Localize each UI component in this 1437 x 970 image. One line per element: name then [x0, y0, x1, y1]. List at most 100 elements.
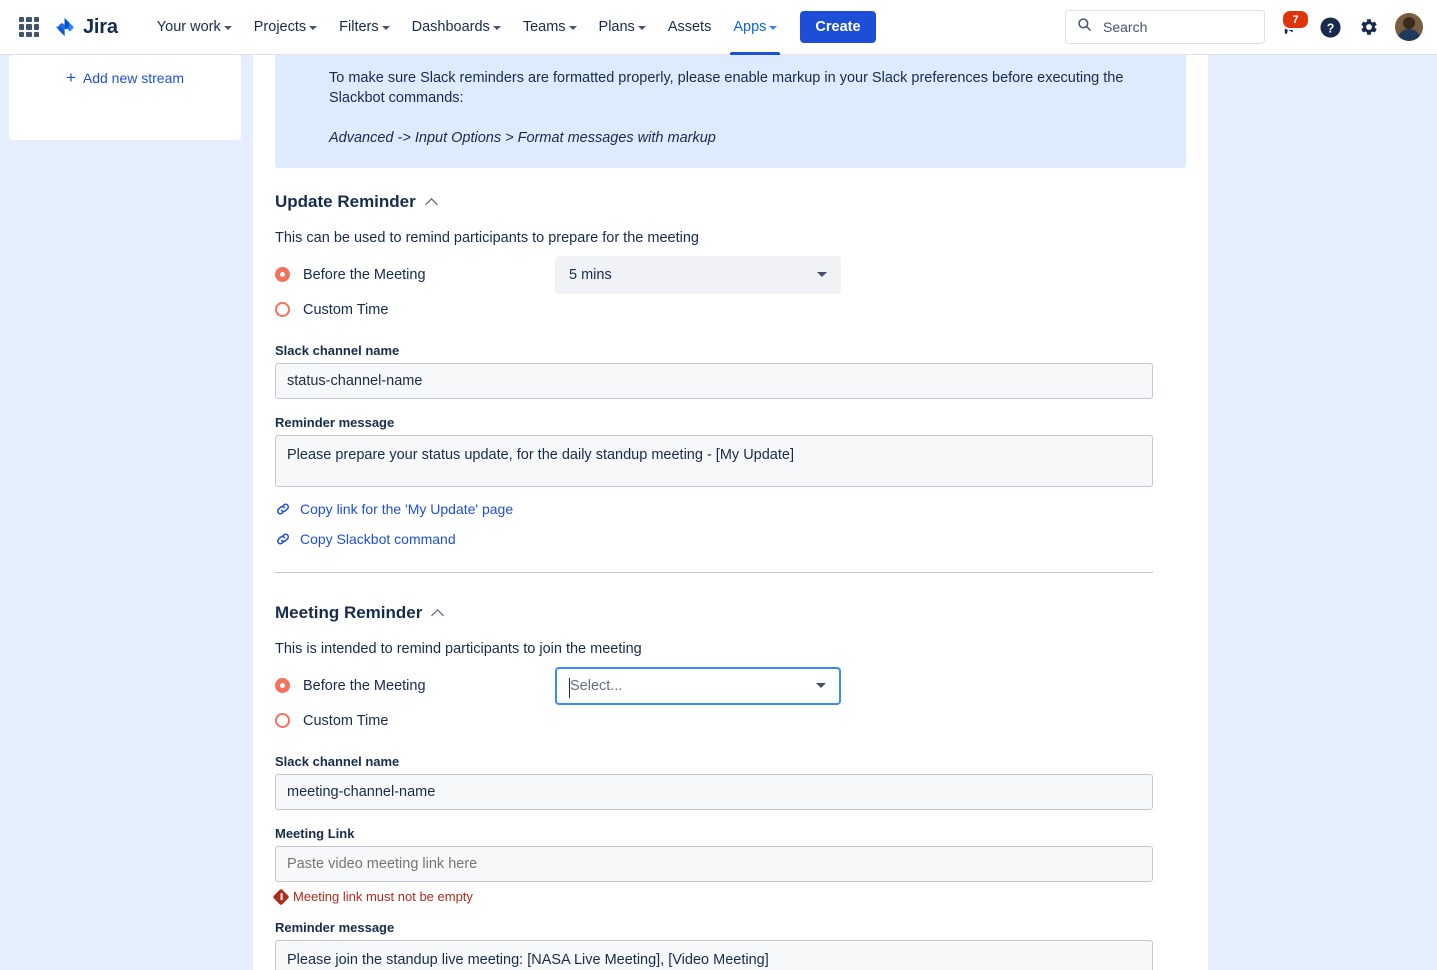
plus-icon: + — [65, 68, 76, 87]
jira-logo-icon — [54, 16, 76, 38]
main-content: To make sure Slack reminders are formatt… — [253, 55, 1208, 970]
update-custom-time-row: Custom Time — [275, 292, 1186, 327]
top-navigation-bar: Jira Your work Projects Filters Dashboar… — [0, 0, 1437, 55]
update-channel-label: Slack channel name — [275, 343, 400, 358]
radio-unselected-icon[interactable] — [275, 302, 290, 317]
nav-label: Plans — [598, 19, 635, 35]
slack-markup-info-banner: To make sure Slack reminders are formatt… — [275, 55, 1186, 168]
copy-slackbot-command-label: Copy Slackbot command — [300, 531, 456, 547]
user-avatar[interactable] — [1395, 13, 1423, 41]
meeting-link-input[interactable] — [275, 846, 1153, 882]
notification-badge: 7 — [1281, 9, 1310, 30]
meeting-timing-dropdown[interactable]: Select... — [555, 666, 841, 705]
update-slack-channel-input[interactable] — [275, 363, 1153, 399]
page-right-gutter — [1208, 55, 1437, 970]
nav-label: Teams — [522, 19, 566, 35]
update-before-meeting-row: Before the Meeting 5 mins — [275, 255, 1186, 294]
meeting-reminder-description: This is intended to remind participants … — [275, 641, 642, 657]
text-cursor — [569, 677, 570, 698]
chevron-down-icon — [637, 26, 646, 30]
update-timing-value: 5 mins — [569, 266, 612, 283]
apps-grid-icon[interactable] — [18, 16, 40, 38]
nav-item-filters[interactable]: Filters — [328, 0, 400, 55]
update-radio-custom-time[interactable]: Custom Time — [275, 302, 555, 318]
link-icon — [275, 501, 291, 517]
left-sidebar: + Add new stream — [0, 55, 253, 970]
update-reminder-title: Update Reminder — [275, 192, 416, 211]
nav-item-apps[interactable]: Apps — [722, 0, 788, 55]
radio-unselected-icon[interactable] — [275, 713, 290, 728]
nav-label: Your work — [156, 19, 221, 35]
nav-right-controls: 7 ? — [1065, 9, 1423, 44]
meeting-message-label: Reminder message — [275, 920, 395, 935]
update-timing-dropdown[interactable]: 5 mins — [555, 255, 841, 294]
meeting-before-meeting-row: Before the Meeting Select... — [275, 666, 1186, 705]
nav-label: Dashboards — [411, 19, 490, 35]
meeting-channel-label: Slack channel name — [275, 754, 400, 769]
copy-my-update-page-label: Copy link for the 'My Update' page — [300, 501, 514, 517]
help-button[interactable]: ? — [1317, 14, 1343, 40]
radio-selected-icon[interactable] — [275, 678, 290, 693]
meeting-link-error: Meeting link must not be empty — [272, 888, 1186, 905]
nav-item-teams[interactable]: Teams — [512, 0, 588, 55]
add-stream-card: + Add new stream — [9, 55, 241, 140]
update-reminder-description: This can be used to remind participants … — [275, 230, 699, 246]
chevron-down-icon — [381, 26, 390, 30]
search-icon — [1077, 17, 1092, 37]
meeting-timing-placeholder: Select... — [570, 677, 623, 694]
meeting-radio-before-label: Before the Meeting — [303, 677, 426, 694]
nav-label: Apps — [733, 19, 767, 35]
update-radio-before-label: Before the Meeting — [303, 266, 426, 283]
update-radio-before-meeting[interactable]: Before the Meeting — [275, 267, 555, 283]
add-new-stream-button[interactable]: + Add new stream — [66, 69, 184, 86]
banner-paragraph-2: Advanced -> Input Options > Format messa… — [329, 130, 716, 146]
copy-slackbot-command-link[interactable]: Copy Slackbot command — [275, 531, 456, 547]
chevron-down-icon — [223, 26, 232, 30]
nav-item-assets[interactable]: Assets — [657, 0, 723, 55]
chevron-down-icon — [309, 26, 318, 30]
chevron-down-icon — [817, 272, 827, 277]
banner-paragraph-1: To make sure Slack reminders are formatt… — [329, 70, 1124, 106]
update-reminder-message-textarea[interactable]: Please prepare your status update, for t… — [275, 435, 1153, 487]
chevron-down-icon — [568, 26, 577, 30]
update-reminder-section: Update Reminder This can be used to remi… — [275, 168, 1186, 573]
primary-nav-items: Your work Projects Filters Dashboards Te… — [146, 0, 789, 55]
meeting-link-label: Meeting Link — [275, 826, 355, 841]
chevron-down-icon — [816, 683, 826, 688]
update-reminder-header: Update Reminder — [275, 192, 1186, 212]
meeting-link-error-text: Meeting link must not be empty — [293, 889, 473, 904]
meeting-radio-before-meeting[interactable]: Before the Meeting — [275, 678, 555, 694]
meeting-radio-custom-label: Custom Time — [303, 712, 389, 729]
radio-selected-icon[interactable] — [275, 267, 290, 282]
notifications-button[interactable]: 7 — [1278, 9, 1310, 40]
update-message-label: Reminder message — [275, 415, 395, 430]
copy-my-update-page-link[interactable]: Copy link for the 'My Update' page — [275, 501, 513, 517]
chevron-up-icon[interactable] — [427, 197, 438, 208]
chevron-up-icon[interactable] — [433, 608, 444, 619]
nav-item-plans[interactable]: Plans — [588, 0, 657, 55]
create-button[interactable]: Create — [800, 11, 876, 43]
chevron-down-icon — [492, 26, 501, 30]
nav-label: Assets — [667, 19, 712, 35]
nav-item-dashboards[interactable]: Dashboards — [401, 0, 512, 55]
chevron-down-icon — [769, 26, 778, 30]
nav-label: Projects — [253, 19, 307, 35]
jira-home-link[interactable]: Jira — [54, 16, 118, 39]
search-input[interactable] — [1101, 18, 1253, 36]
search-box[interactable] — [1065, 10, 1265, 44]
nav-item-your-work[interactable]: Your work — [146, 0, 243, 55]
meeting-reminder-title: Meeting Reminder — [275, 603, 423, 622]
settings-gear-button[interactable] — [1356, 14, 1382, 40]
error-icon — [272, 888, 290, 905]
link-icon — [275, 531, 291, 547]
meeting-reminder-header: Meeting Reminder — [275, 603, 1186, 623]
svg-text:?: ? — [1326, 21, 1334, 35]
brand-name: Jira — [83, 15, 118, 38]
meeting-custom-time-row: Custom Time — [275, 703, 1186, 738]
avatar-body — [1397, 29, 1421, 41]
add-new-stream-label: Add new stream — [82, 69, 185, 86]
meeting-reminder-message-textarea[interactable]: Please join the standup live meeting: [N… — [275, 940, 1153, 970]
nav-item-projects[interactable]: Projects — [243, 0, 328, 55]
meeting-radio-custom-time[interactable]: Custom Time — [275, 713, 555, 729]
meeting-slack-channel-input[interactable] — [275, 774, 1153, 810]
